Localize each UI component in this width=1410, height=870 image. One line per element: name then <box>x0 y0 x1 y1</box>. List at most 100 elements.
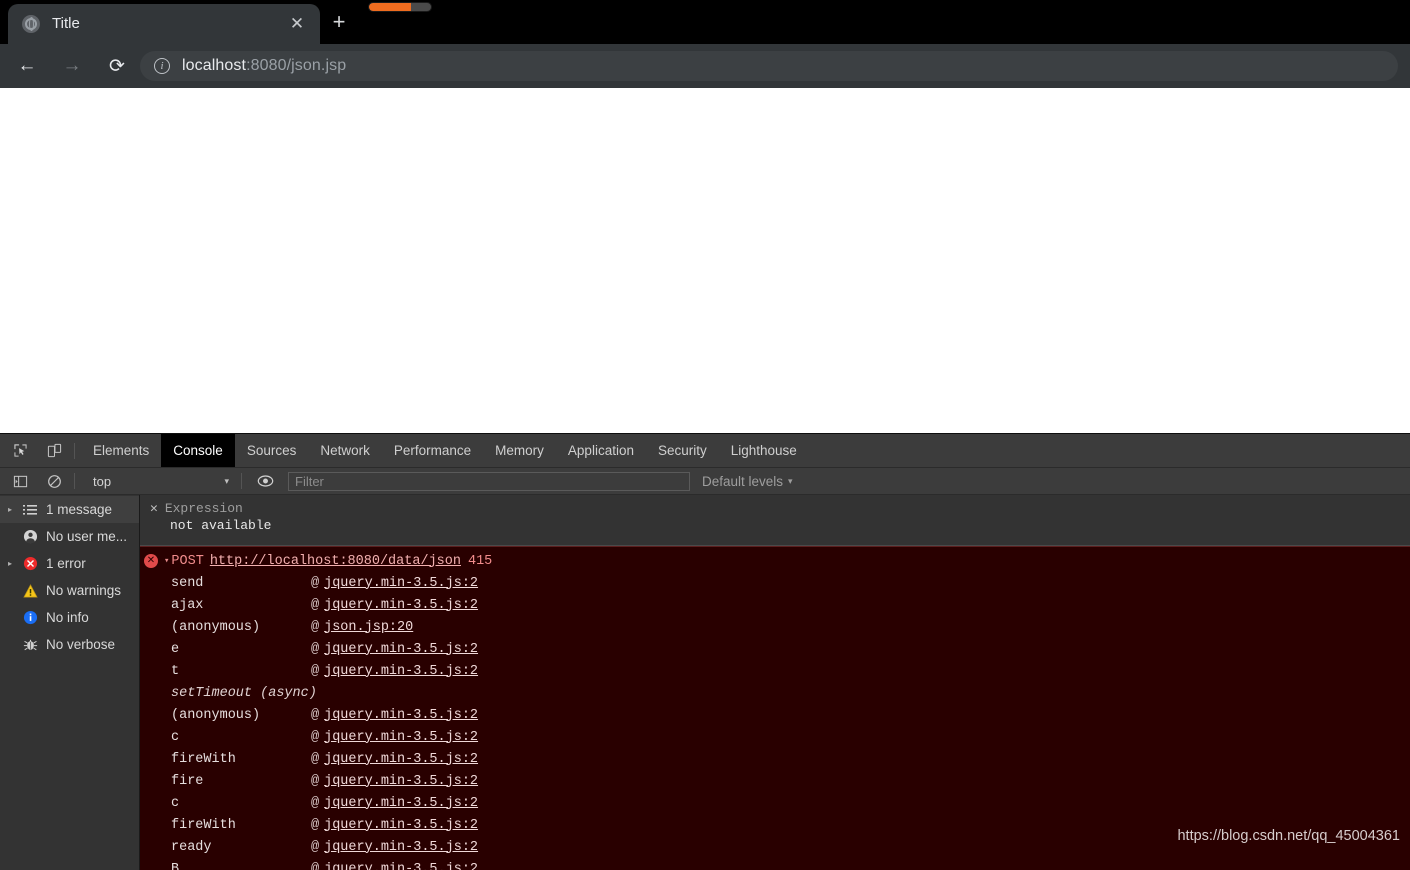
user-icon <box>18 529 42 545</box>
new-tab-button[interactable]: + <box>324 7 354 37</box>
tab-application[interactable]: Application <box>556 434 646 467</box>
sidebar-item-messages[interactable]: ▸ 1 message <box>0 496 139 523</box>
stack-frame-source-link[interactable]: jquery.min-3.5.js:2 <box>324 774 478 789</box>
sidebar-item-errors-label: 1 error <box>46 556 86 571</box>
stack-frame-row[interactable]: c @ jquery.min-3.5.js:2 <box>140 792 1410 814</box>
stack-frame-row[interactable]: e @ jquery.min-3.5.js:2 <box>140 638 1410 660</box>
stack-frame-function: c <box>171 795 180 811</box>
at-symbol: @ <box>311 751 320 767</box>
toolbar-divider-2 <box>74 473 75 489</box>
tab-memory[interactable]: Memory <box>483 434 556 467</box>
stack-frame-async-label: setTimeout (async) <box>171 685 317 701</box>
execution-context-select[interactable]: top ▾ <box>85 472 235 491</box>
filter-input[interactable] <box>288 471 690 491</box>
tab-elements[interactable]: Elements <box>81 434 161 467</box>
error-header-row[interactable]: ✕ ▾ POST http://localhost:8080/data/json… <box>140 550 1410 572</box>
stack-frame-source-link[interactable]: jquery.min-3.5.js:2 <box>324 840 478 855</box>
expand-arrow-icon-errors[interactable]: ▸ <box>2 559 18 568</box>
live-expression-message[interactable]: ✕ Expression not available <box>140 495 1410 546</box>
browser-tab[interactable]: Title ✕ <box>8 4 320 44</box>
back-button[interactable]: ← <box>9 48 45 84</box>
stack-frame-row[interactable]: (anonymous) @ jquery.min-3.5.js:2 <box>140 704 1410 726</box>
tab-performance[interactable]: Performance <box>382 434 483 467</box>
at-symbol: @ <box>311 839 320 855</box>
loading-progress-indicator <box>368 2 432 12</box>
stack-frame-row[interactable]: ajax @ jquery.min-3.5.js:2 <box>140 594 1410 616</box>
inspect-element-icon[interactable] <box>6 438 34 464</box>
info-icon <box>18 610 42 626</box>
stack-frame-row[interactable]: ready @ jquery.min-3.5.js:2 <box>140 836 1410 858</box>
error-status-code: 415 <box>467 553 493 569</box>
at-symbol: @ <box>311 619 320 635</box>
chevron-down-icon: ▾ <box>224 475 229 486</box>
toolbar-divider <box>74 442 75 459</box>
bug-icon <box>18 637 42 653</box>
console-error-message[interactable]: ✕ ▾ POST http://localhost:8080/data/json… <box>140 546 1410 870</box>
sidebar-item-info-label: No info <box>46 610 89 625</box>
sidebar-item-verbose[interactable]: No verbose <box>0 631 139 658</box>
tab-security[interactable]: Security <box>646 434 719 467</box>
list-icon <box>18 502 42 518</box>
expand-arrow-icon[interactable]: ▸ <box>2 505 18 514</box>
stack-frame-function: e <box>171 641 180 657</box>
stack-frame-row[interactable]: fireWith @ jquery.min-3.5.js:2 <box>140 748 1410 770</box>
stack-frame-row[interactable]: fire @ jquery.min-3.5.js:2 <box>140 770 1410 792</box>
stack-frame-function: ajax <box>171 597 204 613</box>
address-bar[interactable]: i localhost:8080/json.jsp <box>140 51 1398 81</box>
stack-frame-source-link[interactable]: jquery.min-3.5.js:2 <box>324 664 478 679</box>
stack-frame-row[interactable]: t @ jquery.min-3.5.js:2 <box>140 660 1410 682</box>
stack-frame-source-link[interactable]: jquery.min-3.5.js:2 <box>324 730 478 745</box>
stack-frame-source-link[interactable]: jquery.min-3.5.js:2 <box>324 862 478 870</box>
stack-frame-row[interactable]: (anonymous) @ json.jsp:20 <box>140 616 1410 638</box>
browser-window: Title ✕ + ← → ⟳ i localhost:8080/json.js… <box>0 0 1410 870</box>
sidebar-item-warnings[interactable]: No warnings <box>0 577 139 604</box>
console-message-list[interactable]: ✕ Expression not available ✕ ▾ POST http… <box>140 495 1410 870</box>
execution-context-value: top <box>93 473 112 489</box>
close-icon[interactable]: ✕ <box>284 11 310 37</box>
sidebar-item-info[interactable]: No info <box>0 604 139 631</box>
console-toolbar: top ▾ Default levels ▾ <box>0 467 1410 494</box>
stack-frame-row[interactable]: B @ jquery.min-3.5.js:2 <box>140 858 1410 870</box>
tab-sources[interactable]: Sources <box>235 434 309 467</box>
sidebar-item-errors[interactable]: ▸ 1 error <box>0 550 139 577</box>
sidebar-item-user-messages[interactable]: No user me... <box>0 523 139 550</box>
info-circle-icon[interactable]: i <box>154 58 170 74</box>
stack-frame-row[interactable]: send @ jquery.min-3.5.js:2 <box>140 572 1410 594</box>
url-host: localhost <box>182 57 247 74</box>
stack-frame-source-link[interactable]: jquery.min-3.5.js:2 <box>324 708 478 723</box>
stack-frame-function: fireWith <box>171 817 236 833</box>
stack-frame-source-link[interactable]: jquery.min-3.5.js:2 <box>324 642 478 657</box>
clear-console-icon[interactable] <box>40 468 68 494</box>
forward-button[interactable]: → <box>54 48 90 84</box>
stack-frame-source-link[interactable]: json.jsp:20 <box>324 620 413 635</box>
stack-frame-source-link[interactable]: jquery.min-3.5.js:2 <box>324 796 478 811</box>
tab-console[interactable]: Console <box>161 434 235 467</box>
toggle-console-sidebar-icon[interactable] <box>6 468 34 494</box>
device-toolbar-icon[interactable] <box>40 438 68 464</box>
stack-frame-source-link[interactable]: jquery.min-3.5.js:2 <box>324 818 478 833</box>
stack-frame-row[interactable]: c @ jquery.min-3.5.js:2 <box>140 726 1410 748</box>
stack-frame-source-link[interactable]: jquery.min-3.5.js:2 <box>324 598 478 613</box>
error-url-link[interactable]: http://localhost:8080/data/json <box>210 554 461 569</box>
at-symbol: @ <box>311 773 320 789</box>
reload-button[interactable]: ⟳ <box>99 48 135 84</box>
at-symbol: @ <box>311 729 320 745</box>
close-icon-expression[interactable]: ✕ <box>150 501 158 516</box>
devtools-tabbar: Elements Console Sources Network Perform… <box>0 434 1410 467</box>
live-expression-eye-icon[interactable] <box>252 470 278 492</box>
toolbar-divider-3 <box>241 473 242 489</box>
live-expression-label: Expression <box>164 501 243 516</box>
log-levels-select[interactable]: Default levels ▾ <box>702 474 793 489</box>
error-method: POST <box>171 553 204 569</box>
at-symbol: @ <box>311 817 320 833</box>
stack-frame-source-link[interactable]: jquery.min-3.5.js:2 <box>324 752 478 767</box>
collapse-triangle-icon[interactable]: ▾ <box>164 556 169 566</box>
tab-network[interactable]: Network <box>308 434 382 467</box>
stack-frame-row[interactable]: fireWith @ jquery.min-3.5.js:2 <box>140 814 1410 836</box>
at-symbol: @ <box>311 597 320 613</box>
tab-lighthouse[interactable]: Lighthouse <box>719 434 809 467</box>
at-symbol: @ <box>311 663 320 679</box>
stack-frame-function: send <box>171 575 204 591</box>
log-levels-value: Default levels <box>702 473 784 489</box>
stack-frame-source-link[interactable]: jquery.min-3.5.js:2 <box>324 576 478 591</box>
